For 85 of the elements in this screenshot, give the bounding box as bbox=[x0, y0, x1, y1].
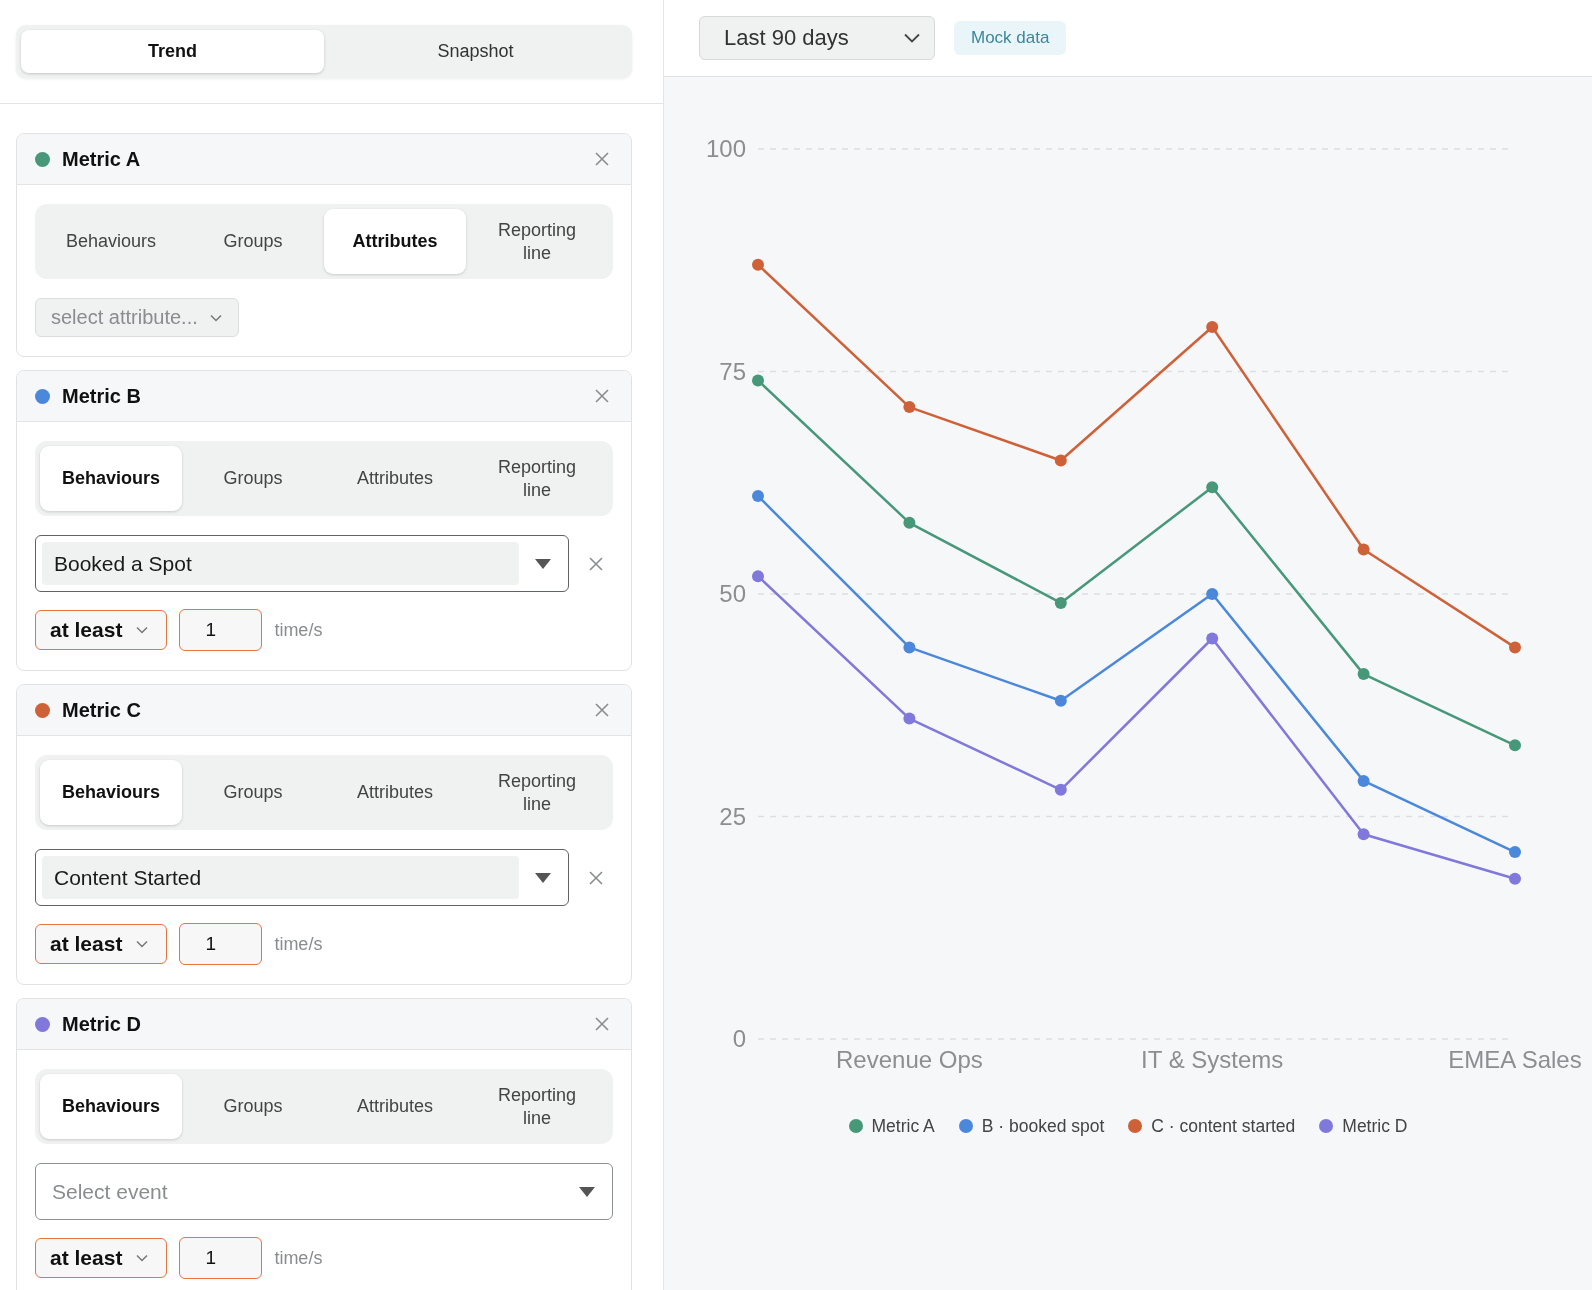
data-point bbox=[903, 712, 916, 725]
event-select[interactable]: Booked a Spot bbox=[35, 535, 569, 592]
caret-icon bbox=[579, 1186, 595, 1197]
y-axis-label: 0 bbox=[732, 1025, 746, 1052]
data-point bbox=[1357, 774, 1370, 787]
y-axis-label: 75 bbox=[719, 357, 746, 385]
metric-title: Metric A bbox=[62, 147, 141, 171]
metric-tab[interactable]: Behaviours bbox=[40, 209, 182, 274]
metric-tab[interactable]: Groups bbox=[182, 209, 324, 274]
metric-tab[interactable]: Groups bbox=[182, 446, 324, 511]
count-field[interactable]: 1 bbox=[179, 609, 263, 651]
metric-tab[interactable]: Reporting line bbox=[466, 209, 608, 274]
legend-label: B · booked spot bbox=[981, 1115, 1105, 1137]
data-point bbox=[1054, 454, 1067, 467]
data-point bbox=[1357, 543, 1370, 556]
metric-tab[interactable]: Attributes bbox=[324, 209, 466, 274]
metric-tab[interactable]: Attributes bbox=[324, 446, 466, 511]
close-icon[interactable] bbox=[595, 389, 609, 403]
data-point bbox=[752, 570, 764, 583]
data-point bbox=[1357, 668, 1370, 681]
operator-select[interactable]: at least bbox=[35, 924, 168, 964]
data-point bbox=[1357, 828, 1370, 841]
metric-tab[interactable]: Groups bbox=[182, 1074, 324, 1139]
metric-tab[interactable]: Reporting line bbox=[466, 446, 608, 511]
close-icon[interactable] bbox=[589, 870, 603, 885]
data-point bbox=[903, 641, 916, 654]
chevron-down-icon bbox=[904, 33, 920, 43]
mode-tab[interactable]: Snapshot bbox=[324, 30, 627, 73]
y-axis-label: 100 bbox=[705, 135, 746, 162]
chevron-down-icon bbox=[136, 940, 149, 948]
x-axis-label: EMEA Sales bbox=[1448, 1046, 1582, 1073]
chevron-down-icon bbox=[209, 313, 222, 322]
status-badge: Mock data bbox=[954, 21, 1067, 55]
caret-icon bbox=[535, 558, 551, 569]
metric-tab[interactable]: Reporting line bbox=[466, 760, 608, 825]
metric-tab[interactable]: Groups bbox=[182, 760, 324, 825]
data-point bbox=[1054, 694, 1067, 707]
data-point bbox=[1509, 641, 1521, 654]
y-axis-label: 25 bbox=[719, 802, 746, 830]
data-point bbox=[752, 258, 764, 271]
data-point bbox=[1206, 632, 1219, 645]
y-axis-label: 50 bbox=[719, 580, 746, 607]
metric-title: Metric C bbox=[62, 698, 141, 722]
data-point bbox=[1509, 739, 1521, 752]
chevron-down-icon bbox=[136, 626, 149, 634]
legend-label: Metric A bbox=[871, 1115, 935, 1137]
metric-tab[interactable]: Attributes bbox=[324, 760, 466, 825]
mode-tab[interactable]: Trend bbox=[21, 30, 324, 73]
caret-icon bbox=[535, 872, 551, 883]
data-point bbox=[1509, 846, 1521, 859]
x-axis-label: Revenue Ops bbox=[836, 1046, 983, 1073]
chevron-down-icon bbox=[136, 1254, 149, 1262]
close-icon[interactable] bbox=[589, 556, 603, 571]
data-point bbox=[752, 490, 764, 503]
unit-label: time/s bbox=[274, 933, 323, 955]
metric-tab[interactable]: Reporting line bbox=[466, 1074, 608, 1139]
close-icon[interactable] bbox=[595, 703, 609, 717]
count-field[interactable]: 1 bbox=[179, 923, 263, 965]
metric-tab[interactable]: Behaviours bbox=[40, 446, 182, 511]
data-point bbox=[1054, 783, 1067, 796]
metric-title: Metric B bbox=[62, 384, 141, 408]
count-field[interactable]: 1 bbox=[179, 1237, 263, 1279]
metric-title: Metric D bbox=[62, 1012, 141, 1036]
data-point bbox=[1206, 481, 1219, 494]
operator-select[interactable]: at least bbox=[35, 610, 168, 650]
data-point bbox=[1206, 321, 1219, 333]
data-point bbox=[1054, 596, 1067, 609]
metric-tab[interactable]: Behaviours bbox=[40, 760, 182, 825]
data-point bbox=[903, 516, 916, 529]
x-axis-label: IT & Systems bbox=[1141, 1046, 1284, 1073]
data-point bbox=[903, 401, 916, 414]
date-range-select[interactable]: Last 90 days bbox=[699, 16, 935, 60]
unit-label: time/s bbox=[274, 619, 323, 641]
close-icon[interactable] bbox=[595, 152, 609, 166]
data-point bbox=[752, 374, 764, 387]
legend-label: Metric D bbox=[1342, 1115, 1408, 1137]
legend-label: C · content started bbox=[1151, 1115, 1296, 1137]
metric-tab[interactable]: Attributes bbox=[324, 1074, 466, 1139]
close-icon[interactable] bbox=[595, 1017, 609, 1031]
event-select[interactable]: Content Started bbox=[35, 849, 569, 906]
data-point bbox=[1509, 872, 1521, 885]
operator-select[interactable]: at least bbox=[35, 1238, 168, 1278]
data-point bbox=[1206, 588, 1219, 600]
metric-tab[interactable]: Behaviours bbox=[40, 1074, 182, 1139]
unit-label: time/s bbox=[274, 1247, 323, 1269]
